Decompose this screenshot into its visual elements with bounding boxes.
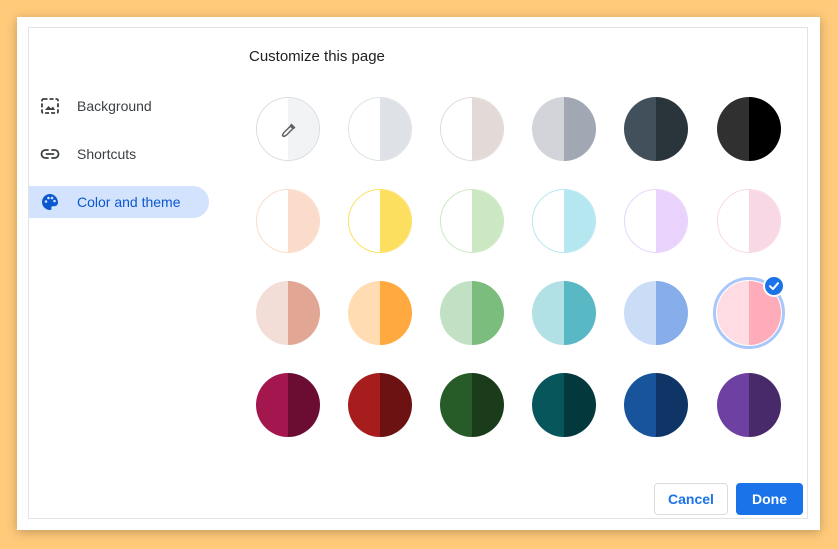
swatch-right-half [749,190,780,252]
swatch-left-half [441,98,472,160]
color-swatch-yellow-light[interactable] [348,189,412,253]
swatch-right-half [472,98,503,160]
swatch-left-half [440,373,472,437]
done-button[interactable]: Done [736,483,803,515]
color-swatch-custom-color[interactable] [256,97,320,161]
swatch-right-half [380,98,411,160]
color-swatch-black[interactable] [717,97,781,161]
color-swatch-warm-grey[interactable] [440,97,504,161]
color-swatch-dark-green[interactable] [440,373,504,437]
color-swatch-green-light[interactable] [440,189,504,253]
swatch-left-half [717,281,749,345]
link-icon [40,144,60,164]
swatch-left-half [533,190,564,252]
swatch-left-half [717,97,749,161]
swatch-right-half [380,373,412,437]
swatch-left-half [624,97,656,161]
swatch-left-half [441,190,472,252]
swatch-left-half [532,373,564,437]
color-swatch-light-blue[interactable] [624,281,688,345]
sidebar-item-background[interactable]: Background [29,90,209,122]
color-swatch-dark-pink-red[interactable] [256,373,320,437]
color-swatch-lavender-light[interactable] [624,189,688,253]
swatch-right-half [656,373,688,437]
swatch-right-half [472,281,504,345]
swatch-left-half [349,98,380,160]
color-swatch-dark-red-orange[interactable] [348,373,412,437]
swatch-left-half [532,281,564,345]
palette-icon [40,192,60,212]
swatch-right-half [656,97,688,161]
color-swatch-beige[interactable] [256,281,320,345]
color-swatch-blue-grey[interactable] [624,97,688,161]
sidebar-item-shortcuts[interactable]: Shortcuts [29,138,209,170]
sidebar-item-label: Shortcuts [77,146,137,162]
swatch-right-half [564,97,596,161]
swatch-right-half [656,190,687,252]
customize-dialog: Customize this page Background Shortcuts… [17,17,820,530]
sidebar-item-color-and-theme[interactable]: Color and theme [29,186,209,218]
swatch-right-half [564,373,596,437]
eyedropper-icon [280,121,298,139]
color-swatch-orange[interactable] [348,281,412,345]
color-swatch-dark-blue[interactable] [624,373,688,437]
checkmark-icon [763,275,785,297]
sidebar-nav: Background Shortcuts Color and theme [29,90,209,234]
color-swatch-cyan[interactable] [532,281,596,345]
color-swatch-cyan-light[interactable] [532,189,596,253]
swatch-right-half [380,281,412,345]
color-swatch-dark-purple[interactable] [717,373,781,437]
swatch-left-half [624,281,656,345]
swatch-right-half [380,190,411,252]
swatch-right-half [288,281,320,345]
swatch-left-half [256,373,288,437]
swatch-left-half [348,373,380,437]
swatch-right-half [564,281,596,345]
color-swatch-dark-cyan[interactable] [532,373,596,437]
swatch-left-half [257,190,288,252]
sidebar-item-label: Color and theme [77,194,181,210]
swatch-left-half [625,190,656,252]
swatch-right-half [472,373,504,437]
color-swatch-pink-light[interactable] [717,189,781,253]
swatch-right-half [749,97,781,161]
sidebar-item-label: Background [77,98,152,114]
swatch-left-half [718,190,749,252]
background-image-icon [40,96,60,116]
swatch-left-half [532,97,564,161]
color-swatch-default-grey-light[interactable] [348,97,412,161]
swatch-left-half [624,373,656,437]
cancel-button[interactable]: Cancel [654,483,728,515]
swatch-right-half [288,190,319,252]
dialog-title: Customize this page [249,48,385,65]
swatch-left-half [349,190,380,252]
color-swatch-cool-grey[interactable] [532,97,596,161]
color-swatch-green[interactable] [440,281,504,345]
swatch-right-half [288,373,320,437]
color-swatch-beige-light[interactable] [256,189,320,253]
swatch-right-half [656,281,688,345]
swatch-right-half [472,190,503,252]
dialog-panel: Customize this page Background Shortcuts… [28,27,808,519]
swatch-right-half [564,190,595,252]
swatch-left-half [440,281,472,345]
swatch-right-half [749,373,781,437]
swatch-left-half [256,281,288,345]
swatch-left-half [348,281,380,345]
swatch-left-half [717,373,749,437]
